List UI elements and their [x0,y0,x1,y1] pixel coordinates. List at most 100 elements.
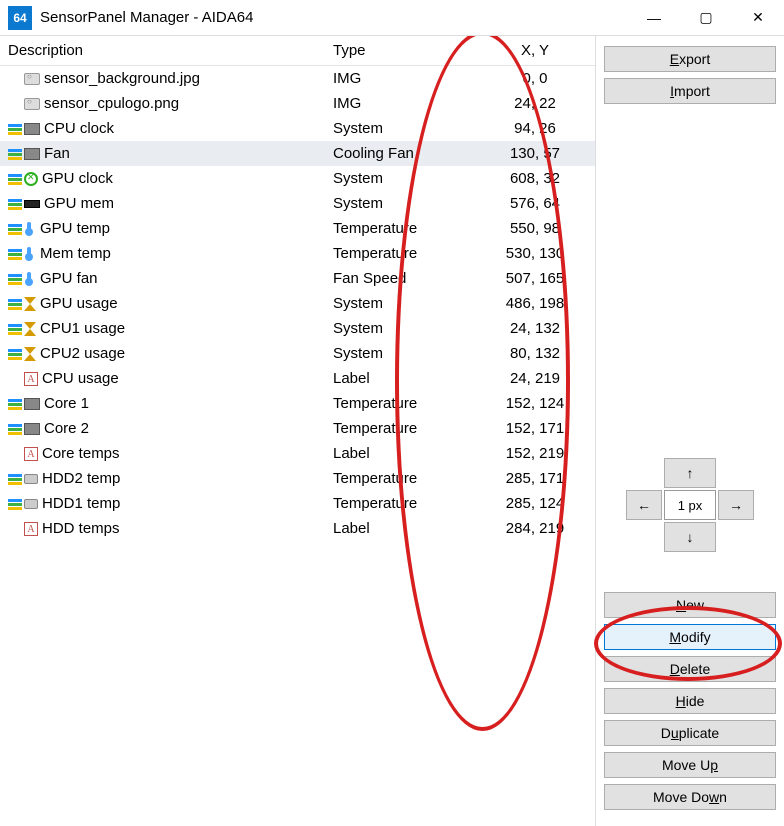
table-row[interactable]: HDD1 tempTemperature285, 124 [0,491,595,516]
sensor-table[interactable]: Description Type X, Y sensor_background.… [0,36,595,541]
cell-xy: 530, 130 [475,241,595,266]
cell-xy: 24, 22 [475,91,595,116]
cell-xy: 80, 132 [475,341,595,366]
cell-xy: 507, 165 [475,266,595,291]
move-down-button[interactable]: Move Down [604,784,776,810]
cell-description: GPU fan [0,266,325,291]
table-row[interactable]: GPU usageSystem486, 198 [0,291,595,316]
table-row[interactable]: ACPU usageLabel24, 219 [0,366,595,391]
table-row[interactable]: GPU tempTemperature550, 98 [0,216,595,241]
title-bar: 64 SensorPanel Manager - AIDA64 — ▢ ✕ [0,0,784,36]
table-row[interactable]: GPU fanFan Speed507, 165 [0,266,595,291]
hourglass-icon [24,347,36,361]
cell-description: HDD1 temp [0,491,325,516]
cell-description: CPU2 usage [0,341,325,366]
table-row[interactable]: CPU clockSystem94, 26 [0,116,595,141]
cell-type: System [325,341,475,366]
nudge-step-field[interactable]: 1 px [664,490,716,520]
nudge-down-button[interactable]: ↓ [664,522,716,552]
cell-type: Temperature [325,416,475,441]
side-panel: Export Import ↑ ← 1 px → ↓ New Modify De… [596,36,784,826]
duplicate-button[interactable]: Duplicate [604,720,776,746]
cell-description: HDD2 temp [0,466,325,491]
cell-description: CPU1 usage [0,316,325,341]
table-row[interactable]: sensor_background.jpgIMG0, 0 [0,66,595,92]
table-row[interactable]: FanCooling Fan130, 57 [0,141,595,166]
cell-description: sensor_background.jpg [0,66,325,92]
cell-xy: 130, 57 [475,141,595,166]
cell-description: GPU clock [0,166,325,191]
image-icon [24,98,40,110]
cell-type: Temperature [325,466,475,491]
cell-type: System [325,291,475,316]
nudge-right-button[interactable]: → [718,490,754,520]
table-row[interactable]: AHDD tempsLabel284, 219 [0,516,595,541]
col-xy[interactable]: X, Y [475,36,595,66]
table-row[interactable]: Core 1Temperature152, 124 [0,391,595,416]
cell-description: ACPU usage [0,366,325,391]
chip-icon [24,423,40,435]
cell-type: Temperature [325,491,475,516]
cell-description: GPU mem [0,191,325,216]
nudge-pad: ↑ ← 1 px → ↓ [604,458,776,552]
table-row[interactable]: GPU clockSystem608, 32 [0,166,595,191]
chip-icon [24,148,40,160]
import-button[interactable]: Import [604,78,776,104]
table-row[interactable]: HDD2 tempTemperature285, 171 [0,466,595,491]
cell-type: Fan Speed [325,266,475,291]
minimize-button[interactable]: — [628,0,680,35]
hourglass-icon [24,297,36,311]
close-button[interactable]: ✕ [732,0,784,35]
cell-xy: 550, 98 [475,216,595,241]
cell-type: Label [325,516,475,541]
col-type[interactable]: Type [325,36,475,66]
cell-type: System [325,166,475,191]
cell-description: GPU usage [0,291,325,316]
cell-type: Label [325,441,475,466]
table-row[interactable]: Core 2Temperature152, 171 [0,416,595,441]
cell-type: Temperature [325,391,475,416]
export-button[interactable]: Export [604,46,776,72]
delete-button[interactable]: Delete [604,656,776,682]
nudge-left-button[interactable]: ← [626,490,662,520]
cell-xy: 94, 26 [475,116,595,141]
ram-icon [24,200,40,208]
cell-xy: 152, 219 [475,441,595,466]
cell-description: CPU clock [0,116,325,141]
thermometer-icon [24,222,36,236]
hide-button[interactable]: Hide [604,688,776,714]
chip-icon [24,398,40,410]
window-title: SensorPanel Manager - AIDA64 [40,9,628,26]
cell-xy: 284, 219 [475,516,595,541]
new-button[interactable]: New [604,592,776,618]
maximize-button[interactable]: ▢ [680,0,732,35]
table-row[interactable]: Mem tempTemperature530, 130 [0,241,595,266]
modify-button[interactable]: Modify [604,624,776,650]
col-description[interactable]: Description [0,36,325,66]
cell-xy: 285, 124 [475,491,595,516]
label-icon: A [24,447,38,461]
cell-xy: 486, 198 [475,291,595,316]
table-row[interactable]: GPU memSystem576, 64 [0,191,595,216]
cell-xy: 24, 132 [475,316,595,341]
cell-description: sensor_cpulogo.png [0,91,325,116]
table-row[interactable]: CPU1 usageSystem24, 132 [0,316,595,341]
move-up-button[interactable]: Move Up [604,752,776,778]
table-row[interactable]: ACore tempsLabel152, 219 [0,441,595,466]
nudge-up-button[interactable]: ↑ [664,458,716,488]
cell-description: ACore temps [0,441,325,466]
label-icon: A [24,372,38,386]
hdd-icon [24,474,38,484]
cell-description: Core 2 [0,416,325,441]
cell-description: Core 1 [0,391,325,416]
cell-description: AHDD temps [0,516,325,541]
chip-icon [24,123,40,135]
label-icon: A [24,522,38,536]
cell-type: Label [325,366,475,391]
table-row[interactable]: CPU2 usageSystem80, 132 [0,341,595,366]
cell-type: Temperature [325,216,475,241]
table-row[interactable]: sensor_cpulogo.pngIMG24, 22 [0,91,595,116]
image-icon [24,73,40,85]
cell-type: Temperature [325,241,475,266]
thermometer-icon [24,272,36,286]
